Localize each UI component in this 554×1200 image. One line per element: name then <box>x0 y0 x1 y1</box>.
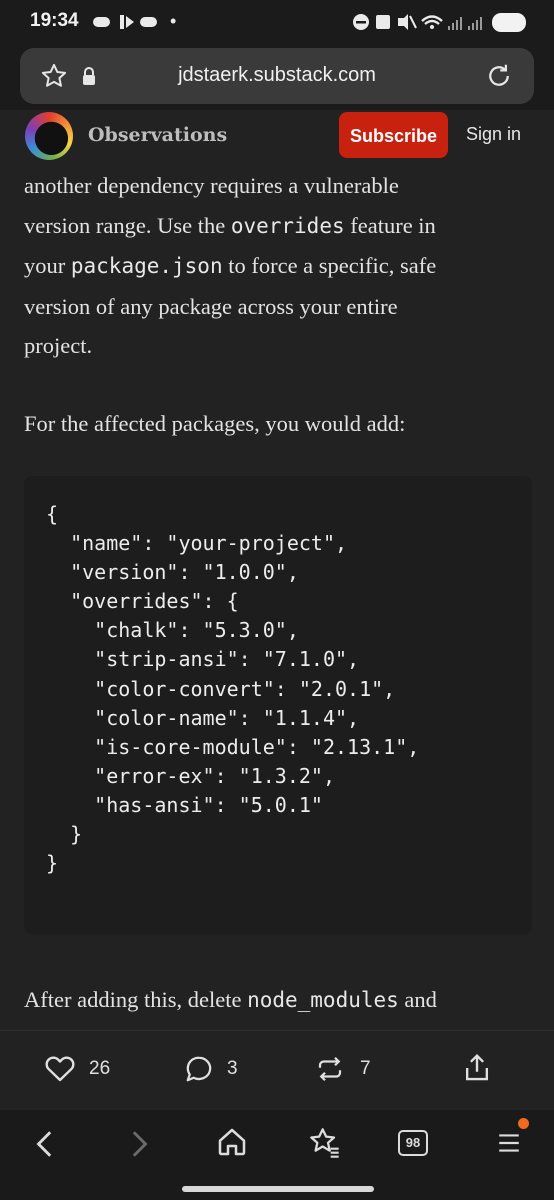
url-text[interactable]: jdstaerk.substack.com <box>0 64 554 87</box>
comment-icon[interactable] <box>184 1054 214 1084</box>
text-line: version range. Use the <box>24 212 231 238</box>
restack-icon[interactable] <box>314 1054 346 1084</box>
text-line: After adding this, delete <box>24 987 248 1012</box>
back-icon[interactable] <box>32 1128 58 1160</box>
forward-icon[interactable] <box>126 1128 152 1160</box>
text-line: to force a specific, safe <box>222 253 437 278</box>
heart-icon[interactable] <box>44 1053 76 1083</box>
text-line: version of any package across your entir… <box>24 293 398 319</box>
text-line: feature in <box>344 212 436 238</box>
inline-code: package.json <box>70 254 223 278</box>
inline-code: node_modules <box>247 988 399 1012</box>
sign-in-link[interactable]: Sign in <box>466 124 521 145</box>
text-line: another dependency requires a vulnerable <box>24 173 399 198</box>
code-content: { "name": "your-project", "version": "1.… <box>46 502 420 876</box>
comment-count[interactable]: 3 <box>227 1058 238 1080</box>
bookmarks-icon[interactable] <box>308 1126 340 1158</box>
tabs-count: 98 <box>405 1135 421 1150</box>
home-indicator[interactable] <box>182 1186 374 1192</box>
home-icon[interactable] <box>216 1126 248 1158</box>
restack-count[interactable]: 7 <box>360 1058 371 1080</box>
status-icons <box>352 12 528 34</box>
paragraph-3: After adding this, delete node_modules a… <box>24 980 534 1021</box>
text-line: and <box>398 987 437 1012</box>
text-line: project. <box>24 333 93 358</box>
publication-logo[interactable] <box>25 112 73 160</box>
article-body: another dependency requires a vulnerable… <box>24 166 534 443</box>
game-controller-icon <box>92 12 162 32</box>
paragraph-2: For the affected packages, you would add… <box>24 410 406 436</box>
share-icon[interactable] <box>462 1052 492 1084</box>
subscribe-button[interactable]: Subscribe <box>339 112 448 158</box>
menu-icon[interactable] <box>496 1130 522 1156</box>
inline-code: overrides <box>230 213 345 238</box>
notification-dot-icon: • <box>170 11 177 31</box>
menu-notification-dot <box>518 1118 529 1129</box>
text-line: your <box>24 253 71 278</box>
publication-name[interactable]: Observations <box>88 124 227 146</box>
reload-icon[interactable] <box>484 61 514 91</box>
tabs-button[interactable]: 98 <box>398 1130 428 1156</box>
paragraph-1: another dependency requires a vulnerable… <box>24 166 534 366</box>
status-time: 19:34 <box>30 10 79 31</box>
like-count[interactable]: 26 <box>89 1058 110 1080</box>
